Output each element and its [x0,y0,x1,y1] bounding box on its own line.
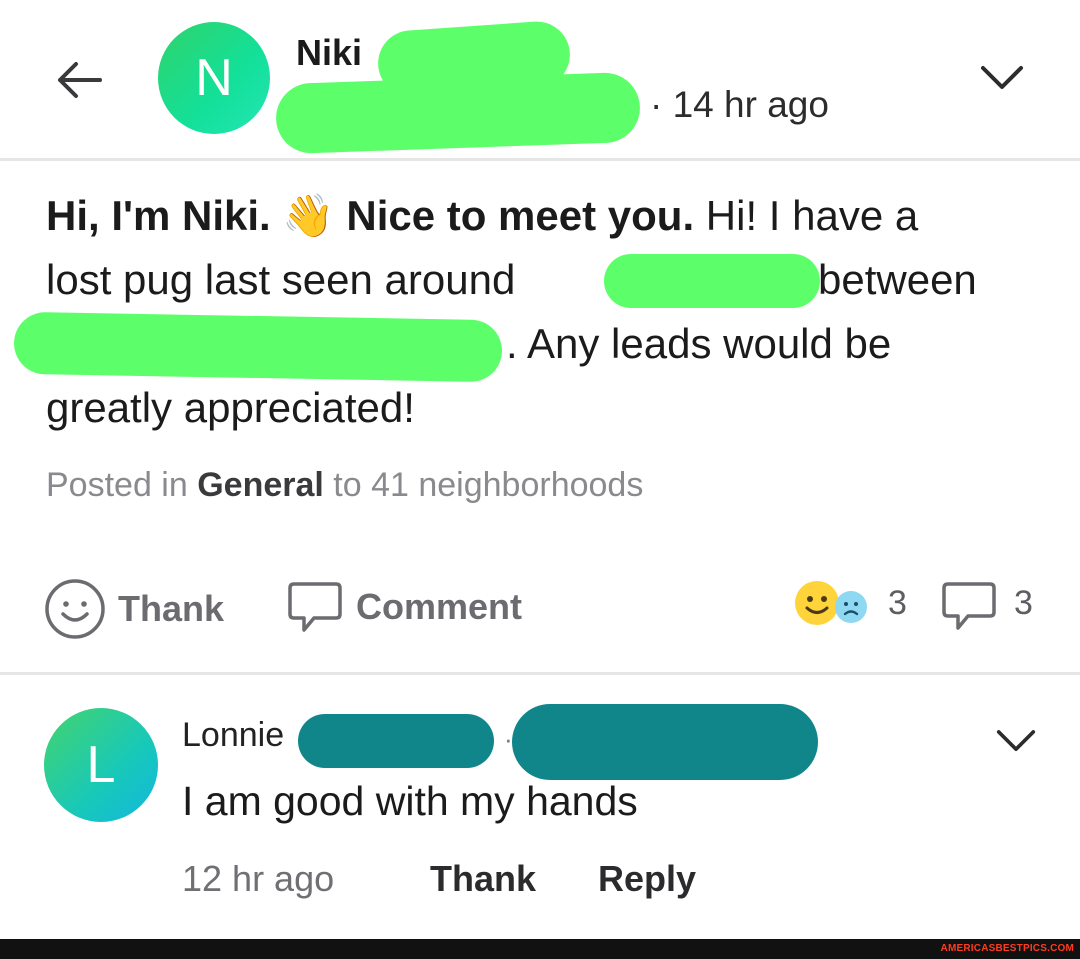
reaction-count: 3 [888,584,907,622]
redaction-area [604,254,820,308]
redaction-location [274,71,642,155]
category-link[interactable]: General [197,466,324,504]
redaction-streets [13,311,503,383]
comment-bubble-icon [288,582,342,632]
watermark-text: AMERICASBESTPICS.COM [940,943,1074,954]
waving-hand-emoji: 👋 [282,192,335,239]
sad-face-emoji-icon [835,591,867,623]
comment-reply-button[interactable]: Reply [598,858,696,900]
actions-divider [0,672,1080,675]
author-name[interactable]: Niki [296,32,362,74]
posted-in-info: Posted in General to 41 neighborhoods [46,466,644,504]
reaction-summary[interactable] [794,578,894,628]
commenter-avatar-initial: L [86,736,116,794]
back-arrow-icon[interactable] [52,52,108,108]
post-time: · 14 hr ago [650,84,829,125]
redaction-commenter-location [512,704,818,780]
post-text-line-2a: lost pug last seen around [46,256,516,303]
header-divider [0,158,1080,161]
post-text-line-4: greatly appreciated! [46,384,415,431]
author-avatar-initial: N [195,49,233,107]
post-text-line-1: Hi, I'm Niki. 👋 Nice to meet you. Hi! I … [46,192,919,239]
chevron-down-icon[interactable] [980,64,1024,92]
comment-text: I am good with my hands [182,778,638,824]
post-text-line-3: . Any leads would be [506,320,892,367]
comment-count: 3 [1014,584,1033,622]
comment-count-icon[interactable] [940,578,998,634]
watermark-bar [0,939,1080,959]
comment-button[interactable]: Comment [286,578,522,636]
author-avatar[interactable]: N [158,22,270,134]
comment-chevron-down-icon[interactable] [996,728,1036,754]
thank-button[interactable]: Thank [44,578,224,640]
comment-time: 12 hr ago [182,858,335,899]
smiley-icon [45,579,105,639]
post-text-line-2b: between [818,256,977,303]
commenter-avatar[interactable]: L [44,708,158,822]
redaction-commenter-lastname [298,714,494,768]
comment-thank-button[interactable]: Thank [430,858,536,900]
commenter-name[interactable]: Lonnie [182,716,284,755]
